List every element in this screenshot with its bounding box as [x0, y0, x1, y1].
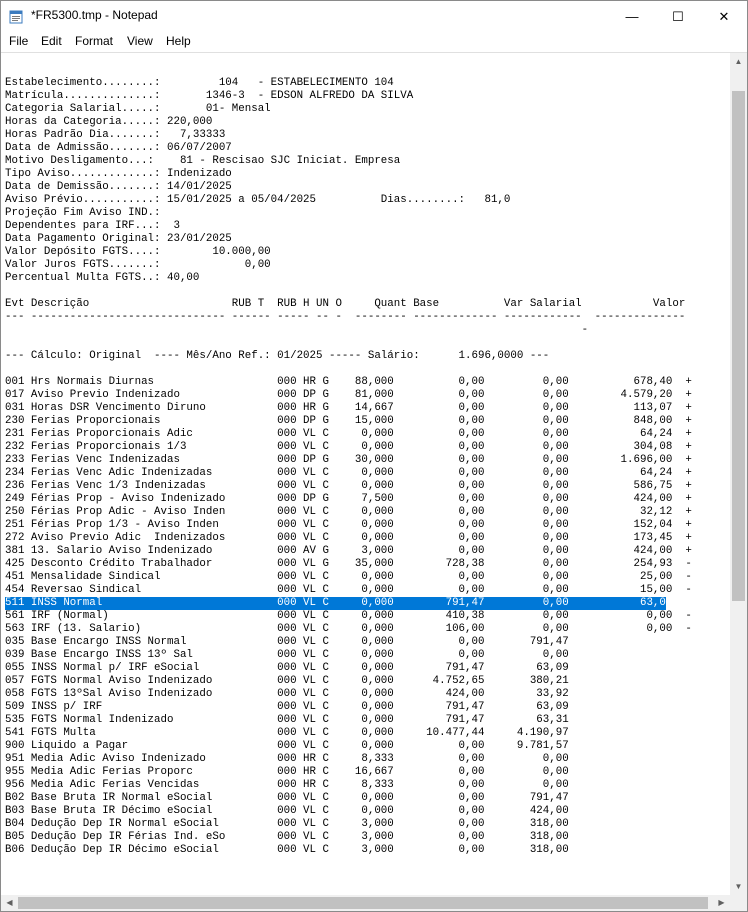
text-line[interactable]: 535 FGTS Normal Indenizado 000 VL C 0,00… [5, 714, 692, 727]
text-line[interactable]: B05 Dedução Dep IR Férias Ind. eSo 000 V… [5, 831, 692, 844]
text-line[interactable]: 561 IRF (Normal) 000 VL C 0,000 410,38 0… [5, 610, 692, 623]
menu-bar: File Edit Format View Help [1, 32, 747, 52]
scroll-up-icon[interactable]: ▲ [730, 53, 747, 70]
text-line[interactable]: Data Pagamento Original: 23/01/2025 [5, 233, 692, 246]
notepad-window: *FR5300.tmp - Notepad — ☐ ✕ File Edit Fo… [0, 0, 748, 912]
text-line[interactable]: 234 Ferias Venc Adic Indenizadas 000 VL … [5, 467, 692, 480]
text-line[interactable]: 563 IRF (13. Salario) 000 VL C 0,000 106… [5, 623, 692, 636]
close-icon: ✕ [718, 9, 730, 24]
scroll-right-icon[interactable]: ▶ [713, 895, 730, 911]
title-bar[interactable]: *FR5300.tmp - Notepad — ☐ ✕ [1, 1, 747, 32]
text-line[interactable]: --- ------------------------------ -----… [5, 311, 692, 324]
scroll-left-icon[interactable]: ◀ [1, 895, 18, 911]
text-line[interactable] [5, 337, 692, 350]
text-line[interactable]: 058 FGTS 13ºSal Aviso Indenizado 000 VL … [5, 688, 692, 701]
text-line[interactable]: 956 Media Adic Ferias Vencidas 000 HR C … [5, 779, 692, 792]
vertical-scrollbar[interactable]: ▲ ▼ [730, 53, 747, 895]
window-title: *FR5300.tmp - Notepad [31, 8, 158, 22]
text-line[interactable]: 250 Férias Prop Adic - Aviso Inden 000 V… [5, 506, 692, 519]
text-line[interactable]: 509 INSS p/ IRF 000 VL C 0,000 791,47 63… [5, 701, 692, 714]
text-line[interactable]: Dependentes para IRF...: 3 [5, 220, 692, 233]
text-line[interactable] [5, 64, 692, 77]
menu-format[interactable]: Format [75, 34, 113, 48]
text-line[interactable]: Data de Admissão.......: 06/07/2007 [5, 142, 692, 155]
selected-text-line[interactable]: 511 INSS Normal 000 VL C 0,000 791,47 0,… [5, 597, 692, 610]
text-line[interactable] [5, 285, 692, 298]
text-line[interactable]: 236 Ferias Venc 1/3 Indenizadas 000 VL C… [5, 480, 692, 493]
text-line[interactable]: 454 Reversao Sindical 000 VL C 0,000 0,0… [5, 584, 692, 597]
text-line[interactable]: 272 Aviso Previo Adic Indenizados 000 VL… [5, 532, 692, 545]
text-line[interactable]: Tipo Aviso.............: Indenizado [5, 168, 692, 181]
text-line[interactable]: Percentual Multa FGTS..: 40,00 [5, 272, 692, 285]
text-line[interactable]: --- Cálculo: Original ---- Mês/Ano Ref.:… [5, 350, 692, 363]
text-line[interactable]: 031 Horas DSR Vencimento Diruno 000 HR G… [5, 402, 692, 415]
minimize-icon: — [625, 9, 639, 24]
text-line[interactable]: 230 Ferias Proporcionais 000 DP G 15,000… [5, 415, 692, 428]
text-line[interactable]: 951 Media Adic Aviso Indenizado 000 HR C… [5, 753, 692, 766]
text-editor[interactable]: Estabelecimento........: 104 - ESTABELEC… [1, 53, 730, 895]
text-line[interactable]: Horas da Categoria.....: 220,000 [5, 116, 692, 129]
text-line[interactable]: 251 Férias Prop 1/3 - Aviso Inden 000 VL… [5, 519, 692, 532]
text-line[interactable]: Evt Descrição RUB T RUB H UN O Quant Bas… [5, 298, 692, 311]
text-line[interactable]: Horas Padrão Dia.......: 7,33333 [5, 129, 692, 142]
minimize-button[interactable]: — [609, 1, 655, 32]
text-line[interactable]: Valor Depósito FGTS....: 10.000,00 [5, 246, 692, 259]
text-line[interactable]: 017 Aviso Previo Indenizado 000 DP G 81,… [5, 389, 692, 402]
text-line[interactable]: 232 Ferias Proporcionais 1/3 000 VL C 0,… [5, 441, 692, 454]
close-button[interactable]: ✕ [701, 1, 747, 32]
text-line[interactable]: Valor Juros FGTS.......: 0,00 [5, 259, 692, 272]
text-line[interactable]: Data de Demissão.......: 14/01/2025 [5, 181, 692, 194]
text-line[interactable]: Matrícula..............: 1346-3 - EDSON … [5, 90, 692, 103]
menu-view[interactable]: View [127, 34, 153, 48]
text-line[interactable]: Motivo Desligamento...: 81 - Rescisao SJ… [5, 155, 692, 168]
text-line[interactable]: Projeção Fim Aviso IND.: [5, 207, 692, 220]
text-line[interactable]: B04 Dedução Dep IR Normal eSocial 000 VL… [5, 818, 692, 831]
menu-help[interactable]: Help [166, 34, 191, 48]
document-text[interactable]: Estabelecimento........: 104 - ESTABELEC… [5, 64, 692, 857]
maximize-icon: ☐ [672, 9, 684, 24]
text-line[interactable]: 955 Media Adic Ferias Proporc 000 HR C 1… [5, 766, 692, 779]
text-line[interactable]: B03 Base Bruta IR Décimo eSocial 000 VL … [5, 805, 692, 818]
text-line[interactable]: 001 Hrs Normais Diurnas 000 HR G 88,000 … [5, 376, 692, 389]
text-line[interactable]: Estabelecimento........: 104 - ESTABELEC… [5, 77, 692, 90]
horizontal-scrollbar[interactable]: ◀ ▶ [1, 895, 730, 911]
horizontal-scroll-thumb[interactable] [18, 897, 708, 909]
text-line[interactable]: 233 Ferias Venc Indenizadas 000 DP G 30,… [5, 454, 692, 467]
text-line[interactable]: 451 Mensalidade Sindical 000 VL C 0,000 … [5, 571, 692, 584]
text-line[interactable]: 231 Ferias Proporcionais Adic 000 VL C 0… [5, 428, 692, 441]
text-line[interactable]: 039 Base Encargo INSS 13º Sal 000 VL C 0… [5, 649, 692, 662]
scrollbar-corner [730, 895, 747, 911]
text-line[interactable]: 541 FGTS Multa 000 VL C 0,000 10.477,44 … [5, 727, 692, 740]
text-line[interactable]: 381 13. Salario Aviso Indenizado 000 AV … [5, 545, 692, 558]
text-line[interactable]: 035 Base Encargo INSS Normal 000 VL C 0,… [5, 636, 692, 649]
text-line[interactable]: 900 Liquido a Pagar 000 VL C 0,000 0,00 … [5, 740, 692, 753]
text-line[interactable]: B06 Dedução Dep IR Décimo eSocial 000 VL… [5, 844, 692, 857]
notepad-icon [9, 10, 23, 24]
text-line[interactable]: 057 FGTS Normal Aviso Indenizado 000 VL … [5, 675, 692, 688]
text-line[interactable] [5, 363, 692, 376]
text-line[interactable]: B02 Base Bruta IR Normal eSocial 000 VL … [5, 792, 692, 805]
menu-edit[interactable]: Edit [41, 34, 62, 48]
scroll-down-icon[interactable]: ▼ [730, 878, 747, 895]
menu-file[interactable]: File [9, 34, 28, 48]
text-line[interactable]: 249 Férias Prop - Aviso Indenizado 000 D… [5, 493, 692, 506]
text-line[interactable]: Categoria Salarial.....: 01- Mensal [5, 103, 692, 116]
text-line[interactable]: 425 Desconto Crédito Trabalhador 000 VL … [5, 558, 692, 571]
text-line[interactable]: 055 INSS Normal p/ IRF eSocial 000 VL C … [5, 662, 692, 675]
maximize-button[interactable]: ☐ [655, 1, 701, 32]
text-line[interactable]: - [5, 324, 692, 337]
vertical-scroll-thumb[interactable] [732, 91, 745, 601]
text-line[interactable]: Aviso Prévio...........: 15/01/2025 a 05… [5, 194, 692, 207]
